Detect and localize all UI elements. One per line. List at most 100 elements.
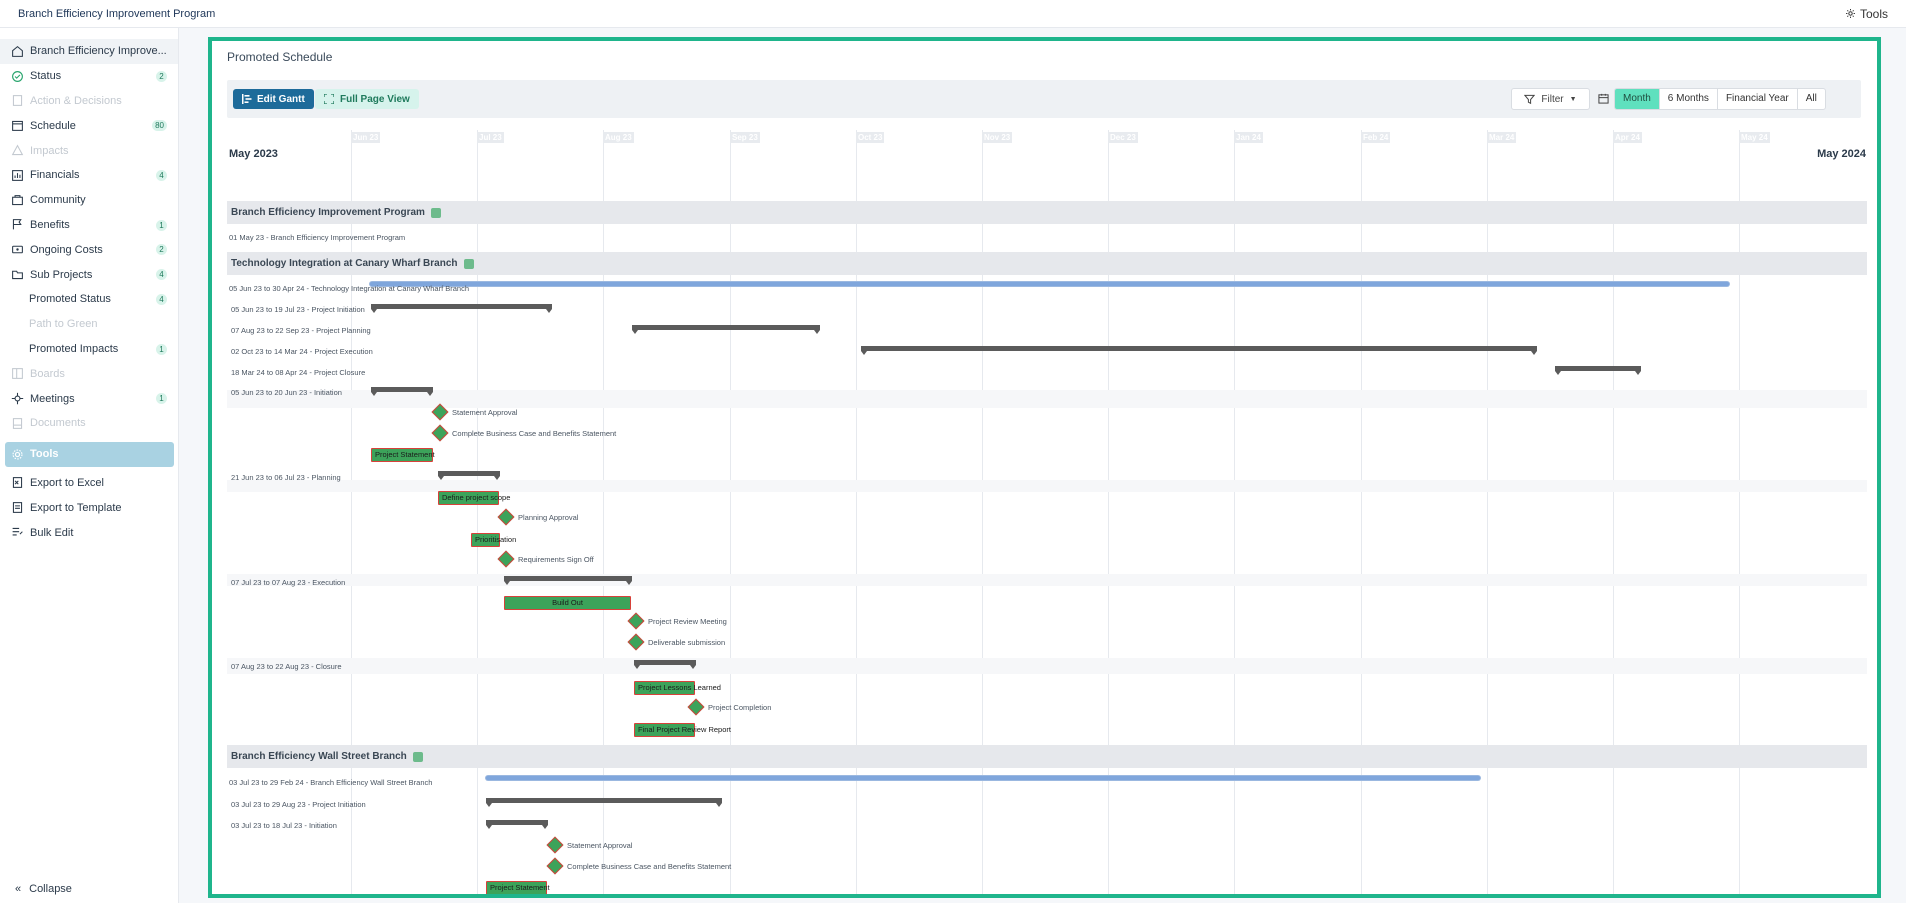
sidebar-item-benefits[interactable]: Benefits 1 [0, 213, 178, 238]
tools-item-export-to-template[interactable]: Export to Template [0, 495, 178, 520]
group-header[interactable]: Branch Efficiency Wall Street Branch [227, 745, 1867, 768]
calendar-icon [10, 119, 24, 133]
milestone-marker[interactable] [546, 836, 564, 854]
milestone-label: Complete Business Case and Benefits Stat… [567, 862, 732, 871]
count-badge: 1 [156, 343, 167, 355]
sidebar-item-label: Promoted Status [29, 293, 111, 306]
sidebar-nav: Branch Efficiency Improve... Status 2 Actio… [0, 28, 178, 545]
folder-icon [10, 268, 24, 282]
collapse-button[interactable]: « Collapse [15, 883, 72, 895]
tools-item-export-to-excel[interactable]: Export to Excel [0, 471, 178, 496]
milestone-marker[interactable] [627, 633, 645, 651]
task-bar[interactable]: Project Lessons Learned [634, 681, 721, 695]
sidebar: Branch Efficiency Improve... Status 2 Actio… [0, 28, 179, 903]
milestone-label: Project Review Meeting [648, 617, 727, 626]
task-bar[interactable]: Project Statement [486, 881, 550, 894]
edit-gantt-button[interactable]: Edit Gantt [233, 89, 314, 109]
summary-bar[interactable] [634, 660, 696, 669]
group-name: Technology Integration at Canary Wharf B… [231, 258, 458, 269]
home-icon [10, 44, 24, 58]
row-label: 05 Jun 23 to 30 Apr 24 - Technology Inte… [229, 284, 470, 293]
sidebar-item-promoted-impacts[interactable]: Promoted Impacts 1 [0, 337, 178, 362]
gear-icon [1846, 9, 1855, 18]
month-tick-label: May 24 [1739, 132, 1770, 143]
task-bar[interactable]: Prioritisation [471, 533, 516, 547]
group-name: Branch Efficiency Wall Street Branch [231, 751, 407, 762]
sidebar-item-label: Tools [30, 448, 59, 461]
summary-bar[interactable] [632, 325, 820, 334]
app-title: Branch Efficiency Improvement Program [18, 7, 216, 20]
tools-top-button[interactable]: Tools [1845, 7, 1888, 21]
sidebar-item-label: Financials [30, 169, 80, 182]
row-band [227, 574, 1867, 586]
summary-bar[interactable] [504, 576, 632, 585]
task-bar[interactable]: Final Project Review Report [634, 723, 731, 737]
summary-bar[interactable] [438, 471, 500, 480]
count-badge: 1 [156, 219, 167, 231]
month-tick-label: Dec 23 [1108, 132, 1138, 143]
calendar-icon [1598, 93, 1609, 104]
sidebar-item-community[interactable]: Community [0, 188, 178, 213]
sidebar-item-branch-efficiency-improve[interactable]: Branch Efficiency Improve... [0, 39, 178, 64]
row-label: 07 Jul 23 to 07 Aug 23 - Execution [231, 578, 346, 587]
board-icon [10, 367, 24, 381]
sidebar-item-promoted-status[interactable]: Promoted Status 4 [0, 287, 178, 312]
sidebar-item-impacts: Impacts [0, 138, 178, 163]
filter-dropdown[interactable]: Filter ▼ [1511, 88, 1590, 110]
sidebar-item-label: Status [30, 70, 62, 83]
month-gridline [1613, 130, 1614, 894]
month-gridline [603, 130, 604, 894]
group-header[interactable]: Branch Efficiency Improvement Program [227, 201, 1867, 224]
summary-bar[interactable] [1555, 366, 1641, 375]
sidebar-item-status[interactable]: Status 2 [0, 64, 178, 89]
sidebar-item-ongoing-costs[interactable]: Ongoing Costs 2 [0, 237, 178, 262]
month-gridline [1234, 130, 1235, 894]
row-band [227, 390, 1867, 408]
summary-bar[interactable] [486, 820, 548, 829]
summary-bar[interactable] [371, 304, 552, 313]
full-page-view-label: Full Page View [340, 93, 410, 105]
milestone-marker[interactable] [431, 424, 449, 442]
sidebar-item-schedule[interactable]: Schedule 80 [0, 113, 178, 138]
month-gridline [856, 130, 857, 894]
task-bar[interactable]: Define project scope [438, 491, 510, 505]
summary-bar[interactable] [861, 346, 1537, 355]
range-option-month[interactable]: Month [1615, 89, 1660, 109]
milestone-label: Project Completion [708, 703, 772, 712]
row-label: 03 Jul 23 to 18 Jul 23 - Initiation [231, 821, 337, 830]
project-bar[interactable] [486, 776, 1480, 780]
milestone-marker[interactable] [627, 612, 645, 630]
sidebar-item-financials[interactable]: Financials 4 [0, 163, 178, 188]
range-option-financial-year[interactable]: Financial Year [1718, 89, 1798, 109]
summary-bar[interactable] [486, 798, 722, 807]
milestone-marker[interactable] [687, 698, 705, 716]
sidebar-item-label: Benefits [30, 218, 70, 231]
task-bar[interactable]: Build Out [504, 596, 631, 610]
group-header[interactable]: Technology Integration at Canary Wharf B… [227, 252, 1867, 275]
sidebar-item-sub-projects[interactable]: Sub Projects 4 [0, 262, 178, 287]
task-bar[interactable]: Project Statement [371, 448, 435, 462]
month-gridline [730, 130, 731, 894]
sidebar-item-tools[interactable]: Tools [5, 441, 174, 467]
milestone-label: Complete Business Case and Benefits Stat… [452, 429, 617, 438]
sidebar-item-label: Path to Green [29, 318, 98, 331]
row-label: 05 Jun 23 to 20 Jun 23 - Initiation [231, 388, 342, 397]
sidebar-item-label: Meetings [30, 392, 75, 405]
sidebar-item-documents: Documents [0, 411, 178, 436]
milestone-marker[interactable] [497, 550, 515, 568]
milestone-marker[interactable] [546, 857, 564, 875]
project-bar[interactable] [370, 282, 1729, 286]
sidebar-item-meetings[interactable]: Meetings 1 [0, 386, 178, 411]
summary-bar[interactable] [371, 387, 433, 396]
range-option-all[interactable]: All [1798, 89, 1825, 109]
count-badge: 4 [156, 293, 167, 305]
sidebar-item-label: Schedule [30, 119, 76, 132]
range-option-6-months[interactable]: 6 Months [1660, 89, 1718, 109]
sidebar-item-label: Impacts [30, 144, 69, 157]
month-tick-label: Jan 24 [1234, 132, 1263, 143]
cost-icon [10, 243, 24, 257]
tools-item-bulk-edit[interactable]: Bulk Edit [0, 520, 178, 545]
count-badge: 1 [156, 393, 167, 405]
milestone-marker[interactable] [497, 508, 515, 526]
full-page-view-button[interactable]: Full Page View [315, 89, 419, 109]
